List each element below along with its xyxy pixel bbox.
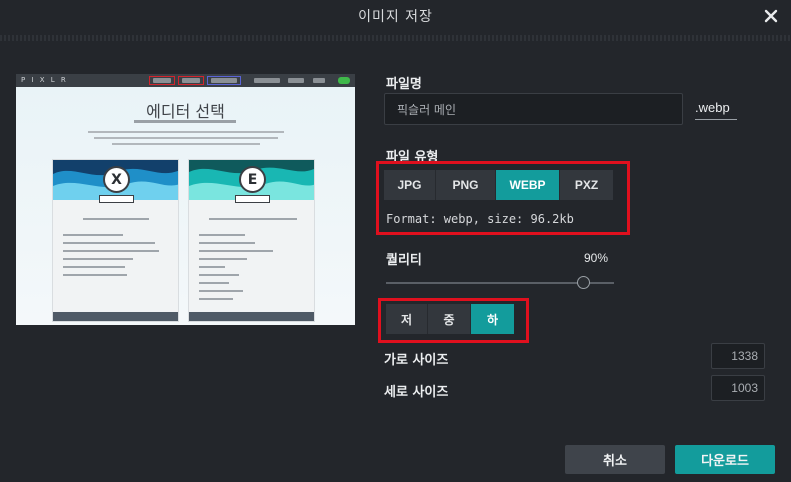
preview-card-text xyxy=(199,258,247,260)
preview-nav-item xyxy=(211,78,237,83)
preview-card-text xyxy=(199,298,233,300)
preview-card-text xyxy=(199,290,243,292)
width-input[interactable] xyxy=(711,343,765,369)
preview-heading: 에디터 선택 xyxy=(146,102,225,121)
quality-label: 퀄리티 xyxy=(386,253,422,268)
preview-nav-item xyxy=(153,78,171,83)
quality-level-selector: 저 중 하 xyxy=(386,304,514,334)
preview-card-x-logo: X xyxy=(103,166,130,193)
preview-card-text xyxy=(199,250,273,252)
preview-text-line xyxy=(88,131,284,133)
preview-card-text xyxy=(63,242,155,244)
download-button[interactable]: 다운로드 xyxy=(675,445,775,474)
preview-text-line xyxy=(112,143,260,145)
preview-card-e: E xyxy=(188,159,315,322)
filename-label: 파일명 xyxy=(386,77,422,92)
quality-level-low[interactable]: 저 xyxy=(386,304,428,334)
preview-card-footer xyxy=(189,312,314,321)
dialog-titlebar: 이미지 저장 xyxy=(0,0,791,32)
preview-card-e-logo: E xyxy=(239,166,266,193)
preview-nav-item xyxy=(288,78,304,83)
preview-card-brand xyxy=(99,195,134,203)
preview-nav-item xyxy=(313,78,325,83)
close-button[interactable] xyxy=(759,4,783,28)
close-icon xyxy=(764,9,778,23)
dialog-title: 이미지 저장 xyxy=(358,9,433,25)
preview-nav-item xyxy=(182,78,200,83)
image-preview: P I X L R 에디터 선택 X E xyxy=(16,74,355,325)
preview-card-text xyxy=(199,234,245,236)
cancel-button[interactable]: 취소 xyxy=(565,445,665,474)
preview-card-x: X xyxy=(52,159,179,322)
preview-card-text xyxy=(63,274,127,276)
file-type-png[interactable]: PNG xyxy=(436,170,496,200)
height-label: 세로 사이즈 xyxy=(384,385,449,400)
preview-topbar: P I X L R xyxy=(16,74,355,87)
preview-account-badge xyxy=(338,77,350,84)
file-type-selector: JPG PNG WEBP PXZ xyxy=(384,170,613,200)
width-label: 가로 사이즈 xyxy=(384,353,449,368)
preview-card-text xyxy=(199,242,255,244)
filename-input[interactable] xyxy=(384,93,683,125)
preview-logo: P I X L R xyxy=(21,76,68,84)
quality-level-mid[interactable]: 중 xyxy=(428,304,471,334)
preview-card-text xyxy=(63,258,133,260)
file-type-pxz[interactable]: PXZ xyxy=(560,170,613,200)
quality-value: 90% xyxy=(584,251,609,265)
preview-card-footer xyxy=(53,312,178,321)
file-extension: .webp xyxy=(695,100,737,120)
title-separator xyxy=(0,35,791,41)
file-type-jpg[interactable]: JPG xyxy=(384,170,436,200)
format-info: Format: webp, size: 96.2kb xyxy=(386,212,574,226)
height-input[interactable] xyxy=(711,375,765,401)
preview-card-text xyxy=(63,250,159,252)
preview-card-text xyxy=(199,282,229,284)
preview-card-text xyxy=(63,234,123,236)
preview-card-text xyxy=(199,266,225,268)
preview-nav-item xyxy=(254,78,280,83)
preview-card-text xyxy=(209,218,297,220)
quality-slider-thumb[interactable] xyxy=(577,276,591,289)
file-type-webp[interactable]: WEBP xyxy=(496,170,560,200)
preview-text-line xyxy=(94,137,278,139)
preview-card-text xyxy=(83,218,149,220)
preview-card-text xyxy=(199,274,239,276)
preview-page: 에디터 선택 X E xyxy=(16,87,355,325)
preview-card-brand xyxy=(235,195,270,203)
quality-level-high[interactable]: 하 xyxy=(471,304,514,334)
preview-subtitle xyxy=(134,120,236,123)
preview-card-text xyxy=(63,266,125,268)
